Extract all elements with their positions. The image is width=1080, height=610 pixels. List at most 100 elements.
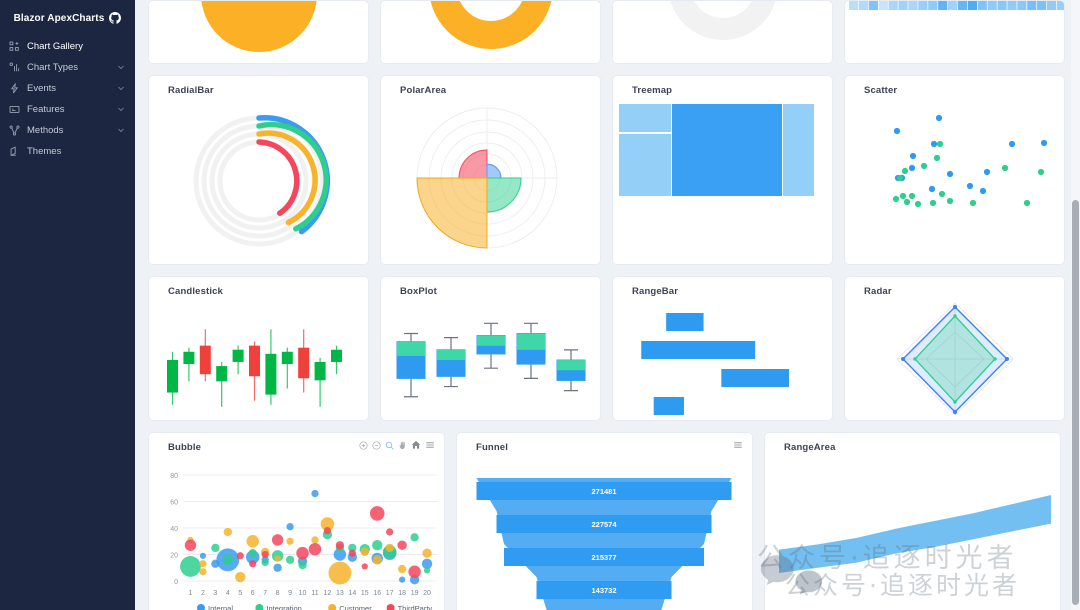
svg-text:2: 2 <box>201 590 205 597</box>
chevron-down-icon <box>117 126 127 134</box>
funnel-chart: 271481 227574 215377 143732 <box>457 453 752 610</box>
card-title: RadialBar <box>168 85 214 96</box>
svg-text:11: 11 <box>311 590 318 597</box>
chart-card-treemap[interactable]: Treemap <box>612 75 833 265</box>
palette-icon <box>9 146 25 157</box>
chevron-down-icon <box>117 105 127 113</box>
sidebar-item-label: Chart Gallery <box>27 40 83 52</box>
octocat-icon <box>109 12 122 24</box>
chart-card-radar[interactable]: Radar <box>844 276 1065 421</box>
sidebar-item-features[interactable]: Features <box>0 99 135 119</box>
sidebar-item-methods[interactable]: Methods <box>0 120 135 140</box>
svg-text:271481: 271481 <box>591 487 616 496</box>
chart-card-scatter[interactable]: Scatter <box>844 75 1065 265</box>
boxplot-chart <box>381 297 600 420</box>
donut-chart <box>381 1 600 63</box>
chevron-down-icon <box>117 84 127 92</box>
chart-row-4: Bubble 0 20 40 60 80 1 2 3 4 5 6 7 8 9 1… <box>135 432 1080 610</box>
sidebar-item-events[interactable]: Events <box>0 78 135 98</box>
svg-text:227574: 227574 <box>591 520 617 529</box>
sidebar-item-label: Features <box>27 103 65 115</box>
sidebar-item-label: Chart Types <box>27 61 79 73</box>
funnel-toolbar <box>733 440 743 450</box>
svg-text:Internal: Internal <box>208 604 233 610</box>
selection-zoom-icon[interactable] <box>385 441 394 450</box>
features-icon <box>9 104 25 115</box>
radar-chart <box>845 297 1064 420</box>
nodes-icon <box>9 125 25 136</box>
svg-text:Integration: Integration <box>266 604 301 610</box>
rangearea-chart <box>765 453 1060 610</box>
chart-card-rangebar[interactable]: RangeBar <box>612 276 833 421</box>
svg-text:16: 16 <box>373 590 381 597</box>
main-content: RadialBar PolarArea Treemap Scatter Cand… <box>135 0 1080 610</box>
card-title: Funnel <box>476 442 509 453</box>
radialbar-chart <box>149 96 368 264</box>
card-title: Scatter <box>864 85 898 96</box>
card-title: Radar <box>864 286 892 297</box>
sidebar-item-label: Events <box>27 82 57 94</box>
polararea-chart <box>381 96 600 264</box>
svg-text:Customer: Customer <box>339 604 372 610</box>
treemap-chart <box>613 96 832 264</box>
svg-text:1: 1 <box>189 590 193 597</box>
chart-row-1 <box>135 0 1080 75</box>
svg-text:14: 14 <box>348 590 356 597</box>
heatmap-chart <box>845 1 1064 63</box>
svg-text:60: 60 <box>170 500 178 507</box>
card-title: Treemap <box>632 85 673 96</box>
chart-card-polararea[interactable]: PolarArea <box>380 75 601 265</box>
pie-chart <box>149 1 368 63</box>
app-root: Blazor ApexCharts Chart Gallery Chart Ty… <box>0 0 1080 610</box>
zoom-out-icon[interactable] <box>372 440 381 450</box>
svg-text:13: 13 <box>336 590 344 597</box>
menu-icon[interactable] <box>733 440 743 450</box>
rangebar-chart <box>613 297 832 420</box>
svg-text:0: 0 <box>174 579 178 586</box>
svg-text:40: 40 <box>170 526 178 533</box>
card-title: RangeArea <box>784 442 836 453</box>
chart-card-pie[interactable] <box>148 0 369 64</box>
reset-zoom-icon[interactable] <box>411 440 421 450</box>
gallery-icon <box>9 41 25 52</box>
svg-text:ThirdParty: ThirdParty <box>398 604 433 610</box>
sidebar-nav: Chart Gallery Chart Types Events Feature… <box>0 36 135 161</box>
chart-card-funnel[interactable]: Funnel 271481 227574 215377 143732 <box>456 432 753 610</box>
svg-text:6: 6 <box>251 590 255 597</box>
sidebar-item-chart-types[interactable]: Chart Types <box>0 57 135 77</box>
chart-card-bubble[interactable]: Bubble 0 20 40 60 80 1 2 3 4 5 6 7 8 9 1… <box>148 432 445 610</box>
bubble-chart: 0 20 40 60 80 1 2 3 4 5 6 7 8 9 10 11 12 13 14 15 16 17 18 19 20… <box>149 453 444 610</box>
svg-text:80: 80 <box>170 473 178 480</box>
chart-card-heatmap[interactable] <box>844 0 1065 64</box>
sidebar-item-label: Themes <box>27 145 62 157</box>
candlestick-chart <box>149 297 368 420</box>
chart-card-radialbar-partial[interactable] <box>612 0 833 64</box>
svg-text:9: 9 <box>288 590 292 597</box>
radialbar-chart <box>613 1 832 63</box>
zoom-in-icon[interactable] <box>359 440 368 450</box>
lightning-icon <box>9 82 25 94</box>
svg-text:10: 10 <box>299 590 307 597</box>
sidebar-item-themes[interactable]: Themes <box>0 141 135 161</box>
brand[interactable]: Blazor ApexCharts <box>0 0 135 30</box>
chart-card-rangearea[interactable]: RangeArea <box>764 432 1061 610</box>
chart-card-radialbar[interactable]: RadialBar <box>148 75 369 265</box>
scrollbar-thumb[interactable] <box>1072 200 1079 605</box>
svg-text:17: 17 <box>386 590 394 597</box>
sidebar: Blazor ApexCharts Chart Gallery Chart Ty… <box>0 0 135 610</box>
brand-title: Blazor ApexCharts <box>13 12 105 24</box>
chevron-down-icon <box>117 63 127 71</box>
chart-card-boxplot[interactable]: BoxPlot <box>380 276 601 421</box>
sidebar-item-label: Methods <box>27 124 64 136</box>
svg-text:7: 7 <box>263 590 267 597</box>
svg-text:20: 20 <box>170 553 178 560</box>
chart-card-candlestick[interactable]: Candlestick <box>148 276 369 421</box>
bubble-toolbar <box>359 440 435 450</box>
svg-text:143732: 143732 <box>591 586 616 595</box>
menu-icon[interactable] <box>425 440 435 450</box>
panning-icon[interactable] <box>398 441 407 450</box>
svg-text:215377: 215377 <box>591 553 616 562</box>
chart-card-donut[interactable] <box>380 0 601 64</box>
svg-text:19: 19 <box>411 590 419 597</box>
sidebar-item-chart-gallery[interactable]: Chart Gallery <box>0 36 135 56</box>
